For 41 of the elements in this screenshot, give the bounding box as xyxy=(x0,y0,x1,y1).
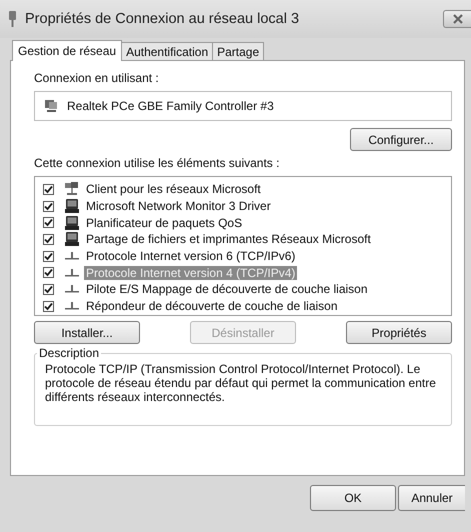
list-item[interactable]: Microsoft Network Monitor 3 Driver xyxy=(84,199,273,214)
checkbox[interactable] xyxy=(43,284,54,295)
action-button[interactable]: Propriétés xyxy=(346,321,452,344)
window-title: Propriétés de Connexion au réseau local 3 xyxy=(25,11,300,27)
close-icon xyxy=(452,14,462,24)
checkbox[interactable] xyxy=(43,300,54,312)
protocol-icon xyxy=(64,251,80,262)
list-item[interactable]: Répondeur de découverte de couche de liaison xyxy=(84,299,340,314)
network-adapter-icon xyxy=(8,11,17,27)
checkbox[interactable] xyxy=(43,200,54,212)
network-adapter-icon xyxy=(43,98,59,114)
checkbox[interactable] xyxy=(43,184,54,195)
checkbox[interactable] xyxy=(43,267,54,278)
adapter-name: Realtek PCe GBE Family Controller #3 xyxy=(67,99,274,113)
computer-icon xyxy=(64,198,80,214)
protocol-icon xyxy=(64,268,80,278)
configure-button[interactable]: Configurer... xyxy=(350,128,452,151)
tab[interactable]: Gestion de réseau xyxy=(12,40,122,61)
connection-label: Connexion en utilisant : xyxy=(34,71,160,85)
tab[interactable]: Partage xyxy=(212,42,264,60)
list-item[interactable]: Pilote E/S Mappage de découverte de couche liaison xyxy=(84,282,370,296)
protocol-icon xyxy=(64,301,80,312)
components-label: Cette connexion utilise les éléments suivants : xyxy=(34,156,280,170)
checkbox[interactable] xyxy=(43,234,54,245)
computer-icon xyxy=(64,231,80,248)
dialog-button[interactable]: OK xyxy=(310,485,396,511)
tab[interactable]: Authentification xyxy=(121,42,214,60)
description-title: Description xyxy=(38,346,100,360)
protocol-icon xyxy=(64,284,80,294)
list-item[interactable]: Partage de fichiers et imprimantes Réseaux Microsoft xyxy=(84,232,373,246)
network-client-icon xyxy=(64,181,80,198)
computer-icon xyxy=(64,214,80,231)
action-button[interactable]: Installer... xyxy=(34,321,140,344)
close-button[interactable] xyxy=(443,10,471,28)
checkbox[interactable] xyxy=(43,217,54,228)
list-item[interactable]: Protocole Internet version 6 (TCP/IPv6) xyxy=(84,249,298,264)
dialog-button[interactable]: Annuler xyxy=(398,485,465,511)
description-text: Protocole TCP/IP (Transmission Control Protocol/Internet Protocol). Le protocole de réseau étendu par défaut qui permet la communication entre différents réseaux interconnectés. xyxy=(45,362,437,404)
list-item[interactable]: Client pour les réseaux Microsoft xyxy=(84,182,263,196)
checkbox[interactable] xyxy=(43,250,54,262)
list-item[interactable]: Planificateur de paquets QoS xyxy=(84,216,244,230)
